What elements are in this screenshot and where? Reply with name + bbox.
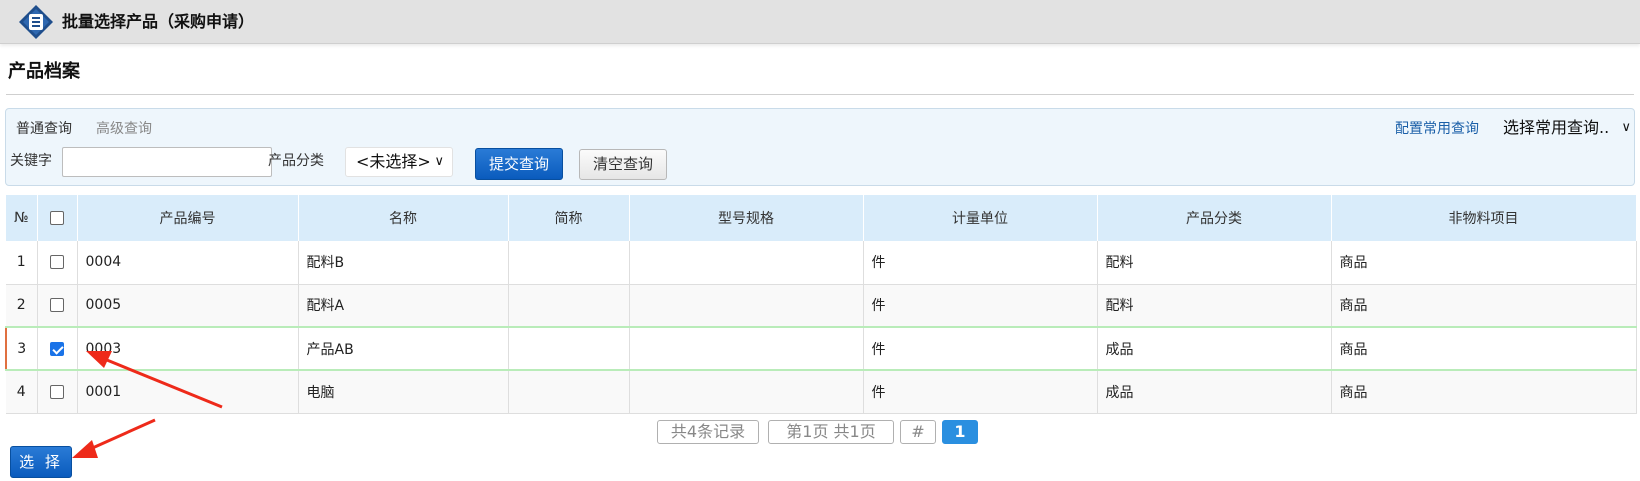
annotation-arrow-select-button (72, 418, 156, 458)
cell-short-name (508, 370, 630, 414)
row-number: 3 (5, 326, 38, 371)
table-header-row: № 产品编号 名称 简称 型号规格 计量单位 产品分类 非物料项目 (6, 195, 1637, 241)
row-number: 2 (6, 284, 38, 328)
cell-name: 产品AB (298, 326, 509, 371)
cell-spec (629, 284, 864, 328)
section-divider (6, 94, 1634, 95)
clear-query-button[interactable]: 清空查询 (579, 149, 667, 180)
category-label: 产品分类 (268, 153, 324, 169)
cell-spec (629, 370, 864, 414)
chevron-down-icon: ∨ (1621, 120, 1631, 135)
cell-spec (629, 241, 864, 285)
cell-short-name (508, 284, 630, 328)
row-checkbox[interactable] (50, 255, 64, 270)
category-select-value: <未选择> (356, 152, 431, 171)
cell-unit: 件 (863, 241, 1098, 285)
tab-advanced-query[interactable]: 高级查询 (96, 119, 152, 139)
row-number: 1 (6, 241, 38, 285)
select-button[interactable]: 选 择 (10, 446, 72, 478)
column-header-category[interactable]: 产品分类 (1097, 195, 1332, 241)
cell-spec (629, 326, 864, 371)
row-checkbox[interactable] (50, 384, 64, 399)
pager-jump-button[interactable]: # (900, 420, 936, 444)
cell-unit: 件 (863, 370, 1098, 414)
row-checkbox[interactable] (50, 298, 64, 313)
cell-nonmaterial: 商品 (1331, 326, 1637, 371)
tab-basic-query[interactable]: 普通查询 (16, 119, 72, 139)
submit-query-button[interactable]: 提交查询 (475, 148, 563, 180)
pager-current-page[interactable]: 1 (942, 420, 978, 444)
cell-code: 0003 (77, 326, 299, 371)
app-logo-icon (19, 5, 53, 39)
pager-page-info: 第1页 共1页 (768, 420, 894, 444)
common-query-select-value: 选择常用查询.. (1503, 118, 1610, 137)
configure-common-query-link[interactable]: 配置常用查询 (1395, 119, 1479, 139)
column-header-spec[interactable]: 型号规格 (629, 195, 864, 241)
table-row-selected[interactable]: 3 0003 产品AB 件 成品 商品 (5, 326, 1637, 371)
cell-code: 0005 (77, 284, 299, 328)
cell-unit: 件 (863, 284, 1098, 328)
column-header-name[interactable]: 名称 (298, 195, 509, 241)
cell-nonmaterial: 商品 (1331, 370, 1637, 414)
row-checkbox-cell (37, 241, 78, 285)
cell-unit: 件 (863, 326, 1098, 371)
row-checkbox-cell (37, 370, 78, 414)
row-checkbox-checked[interactable] (50, 341, 64, 356)
table-row[interactable]: 4 0001 电脑 件 成品 商品 (6, 370, 1637, 414)
keyword-input[interactable] (62, 147, 272, 177)
row-number: 4 (6, 370, 38, 414)
select-all-checkbox[interactable] (50, 211, 64, 225)
query-panel: 普通查询 高级查询 配置常用查询 选择常用查询.. ∨ 关键字 产品分类 <未选… (5, 108, 1635, 186)
common-query-select[interactable]: 选择常用查询.. ∨ (1503, 115, 1633, 141)
column-header-no: № (6, 195, 38, 241)
keyword-label: 关键字 (10, 153, 52, 169)
chevron-down-icon: ∨ (434, 154, 444, 169)
column-header-select-all (37, 195, 78, 241)
cell-category: 成品 (1097, 370, 1332, 414)
page-title: 产品档案 (8, 61, 80, 82)
cell-code: 0004 (77, 241, 299, 285)
row-checkbox-cell (37, 284, 78, 328)
window-title: 批量选择产品（采购申请） (62, 12, 255, 31)
cell-name: 电脑 (298, 370, 509, 414)
cell-nonmaterial: 商品 (1331, 241, 1637, 285)
cell-category: 配料 (1097, 241, 1332, 285)
cell-category: 配料 (1097, 284, 1332, 328)
column-header-unit[interactable]: 计量单位 (863, 195, 1098, 241)
cell-category: 成品 (1097, 326, 1332, 371)
cell-code: 0001 (77, 370, 299, 414)
category-select[interactable]: <未选择> ∨ (345, 147, 453, 177)
cell-short-name (508, 326, 630, 371)
table-row[interactable]: 1 0004 配料B 件 配料 商品 (6, 241, 1637, 285)
cell-short-name (508, 241, 630, 285)
column-header-code[interactable]: 产品编号 (77, 195, 299, 241)
row-checkbox-cell (37, 326, 78, 371)
cell-nonmaterial: 商品 (1331, 284, 1637, 328)
cell-name: 配料A (298, 284, 509, 328)
cell-name: 配料B (298, 241, 509, 285)
column-header-nonmaterial[interactable]: 非物料项目 (1331, 195, 1637, 241)
product-table: № 产品编号 名称 简称 型号规格 计量单位 产品分类 非物料项目 1 0004… (5, 195, 1637, 414)
column-header-short-name[interactable]: 简称 (508, 195, 630, 241)
table-row[interactable]: 2 0005 配料A 件 配料 商品 (6, 284, 1637, 328)
pager-total-records: 共4条记录 (657, 420, 759, 444)
window-titlebar: 批量选择产品（采购申请） (0, 0, 1640, 44)
